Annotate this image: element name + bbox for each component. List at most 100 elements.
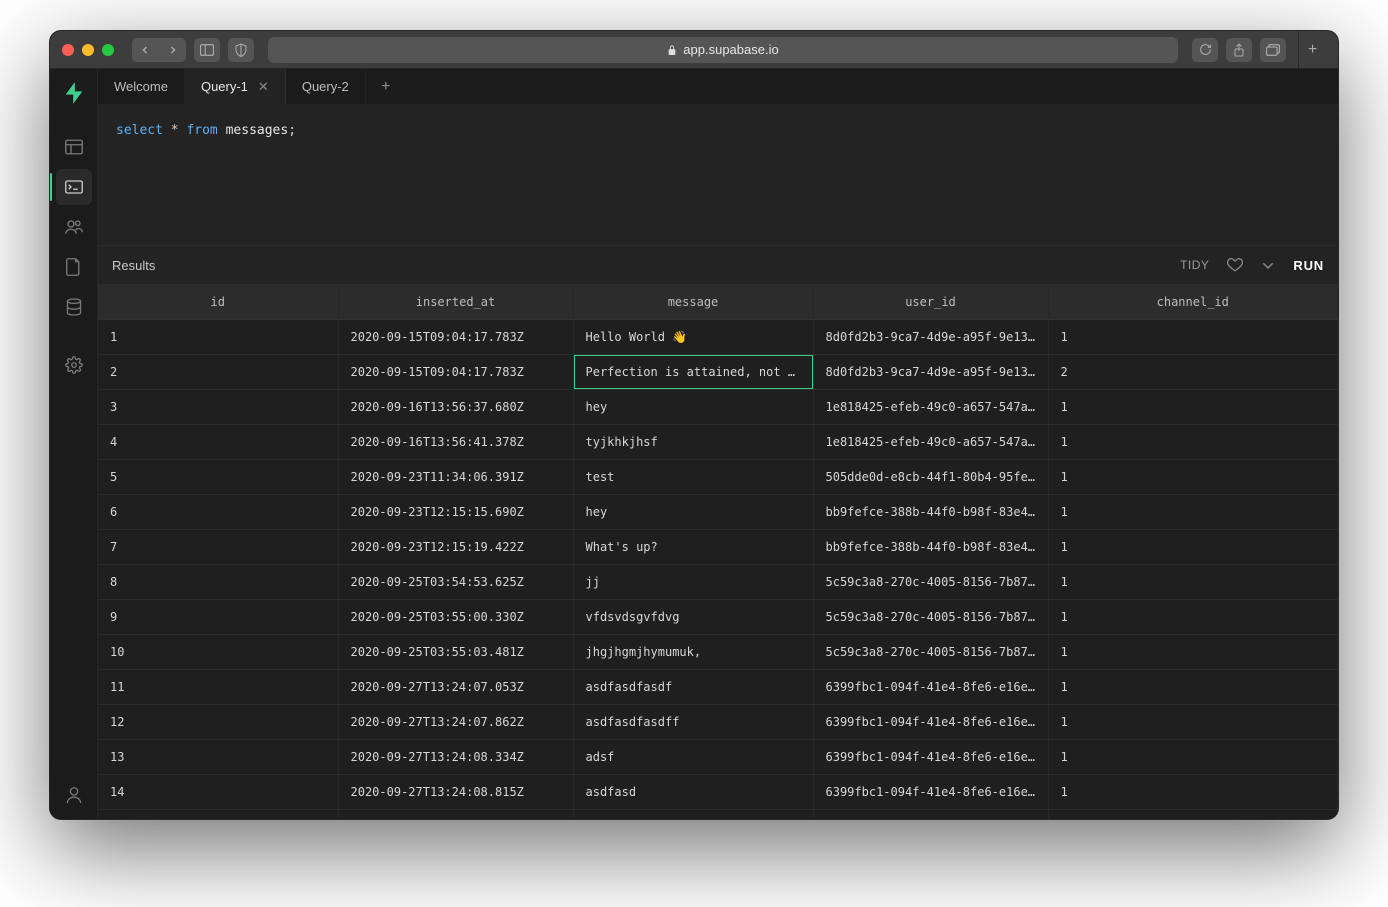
table-row[interactable]: 92020-09-25T03:55:00.330Zvfdsvdsgvfdvg5c… [98, 600, 1338, 635]
table-row[interactable]: 142020-09-27T13:24:08.815Zasdfasd6399fbc… [98, 775, 1338, 810]
table-row[interactable]: 52020-09-23T11:34:06.391Ztest505dde0d-e8… [98, 460, 1338, 495]
column-header[interactable]: channel_id [1048, 285, 1338, 320]
cell-id[interactable]: 13 [98, 740, 338, 775]
cell-user-id[interactable]: 5c59c3a8-270c-4005-8156-7b87de8c… [813, 565, 1048, 600]
cell-channel-id[interactable]: 1 [1048, 425, 1338, 460]
table-row[interactable]: 62020-09-23T12:15:15.690Zheybb9fefce-388… [98, 495, 1338, 530]
cell-channel-id[interactable]: 1 [1048, 670, 1338, 705]
column-header[interactable]: message [573, 285, 813, 320]
cell-inserted-at[interactable]: 2020-09-15T09:04:17.783Z [338, 355, 573, 390]
table-row[interactable]: 42020-09-16T13:56:41.378Ztyjkhkjhsf1e818… [98, 425, 1338, 460]
column-header[interactable]: inserted_at [338, 285, 573, 320]
cell-id[interactable]: 15 [98, 810, 338, 820]
cell-id[interactable]: 9 [98, 600, 338, 635]
table-row[interactable]: 72020-09-23T12:15:19.422ZWhat's up?bb9fe… [98, 530, 1338, 565]
cell-inserted-at[interactable]: 2020-09-16T13:56:41.378Z [338, 425, 573, 460]
cell-message[interactable]: asdfasdfasdff [573, 705, 813, 740]
cell-id[interactable]: 3 [98, 390, 338, 425]
tabs-button[interactable] [1260, 38, 1286, 62]
cell-id[interactable]: 5 [98, 460, 338, 495]
cell-user-id[interactable]: 505dde0d-e8cb-44f1-80b4-95fe1bea… [813, 460, 1048, 495]
cell-inserted-at[interactable]: 2020-09-23T12:15:15.690Z [338, 495, 573, 530]
cell-channel-id[interactable]: 1 [1048, 635, 1338, 670]
url-bar[interactable]: app.supabase.io [268, 37, 1178, 63]
cell-message[interactable]: asdfasd [573, 775, 813, 810]
cell-message[interactable]: Hello World 👋 [573, 320, 813, 355]
sidebar-item-sql-editor[interactable] [56, 169, 92, 205]
cell-user-id[interactable]: 8d0fd2b3-9ca7-4d9e-a95f-9e13dded… [813, 320, 1048, 355]
cell-message[interactable]: tyjkhkjhsf [573, 425, 813, 460]
reload-button[interactable] [1192, 38, 1218, 62]
cell-channel-id[interactable]: 2 [1048, 355, 1338, 390]
column-header[interactable]: id [98, 285, 338, 320]
cell-id[interactable]: 11 [98, 670, 338, 705]
cell-id[interactable]: 4 [98, 425, 338, 460]
cell-user-id[interactable]: 1e818425-efeb-49c0-a657-547a5672… [813, 425, 1048, 460]
cell-user-id[interactable]: 6399fbc1-094f-41e4-8fe6-e16e1087… [813, 670, 1048, 705]
cell-inserted-at[interactable]: 2020-09-16T13:56:37.680Z [338, 390, 573, 425]
cell-inserted-at[interactable]: 2020-09-23T11:34:06.391Z [338, 460, 573, 495]
favorite-icon[interactable] [1227, 258, 1243, 272]
cell-id[interactable]: 14 [98, 775, 338, 810]
new-query-tab-button[interactable]: + [366, 69, 406, 104]
sidebar-item-table-editor[interactable] [56, 129, 92, 165]
cell-inserted-at[interactable]: 2020-09-27T13:24:08.815Z [338, 775, 573, 810]
cell-user-id[interactable]: bb9fefce-388b-44f0-b98f-83e43f8a… [813, 530, 1048, 565]
cell-channel-id[interactable]: 1 [1048, 600, 1338, 635]
cell-message[interactable]: What's up? [573, 530, 813, 565]
cell-user-id[interactable]: 6399fbc1-094f-41e4-8fe6-e16e1087… [813, 775, 1048, 810]
table-row[interactable]: 82020-09-25T03:54:53.625Zjj5c59c3a8-270c… [98, 565, 1338, 600]
cell-message[interactable]: jhgjhgmjhymumuk, [573, 635, 813, 670]
cell-message[interactable]: jj [573, 565, 813, 600]
sql-editor[interactable]: select * from messages; [98, 105, 1338, 245]
cell-user-id[interactable]: 6399fbc1-094f-41e4-8fe6-e16e1087… [813, 705, 1048, 740]
cell-inserted-at[interactable]: 2020-09-27T13:24:08.824Z [338, 810, 573, 820]
new-tab-button[interactable]: + [1298, 31, 1326, 69]
cell-message[interactable]: Perfection is attained, not when… [573, 355, 813, 390]
cell-message[interactable]: vfdsvdsgvfdvg [573, 600, 813, 635]
table-row[interactable]: 122020-09-27T13:24:07.862Zasdfasdfasdff6… [98, 705, 1338, 740]
tidy-button[interactable]: TIDY [1180, 258, 1209, 272]
minimize-window-button[interactable] [82, 44, 94, 56]
share-button[interactable] [1226, 38, 1252, 62]
cell-channel-id[interactable]: 1 [1048, 705, 1338, 740]
cell-message[interactable]: fas [573, 810, 813, 820]
table-row[interactable]: 102020-09-25T03:55:03.481Zjhgjhgmjhymumu… [98, 635, 1338, 670]
cell-message[interactable]: hey [573, 495, 813, 530]
cell-channel-id[interactable]: 1 [1048, 565, 1338, 600]
column-header[interactable]: user_id [813, 285, 1048, 320]
cell-channel-id[interactable]: 1 [1048, 320, 1338, 355]
tab-welcome[interactable]: Welcome [98, 69, 185, 104]
forward-button[interactable] [160, 38, 186, 62]
cell-inserted-at[interactable]: 2020-09-23T12:15:19.422Z [338, 530, 573, 565]
cell-id[interactable]: 12 [98, 705, 338, 740]
cell-id[interactable]: 2 [98, 355, 338, 390]
sidebar-item-settings[interactable] [56, 347, 92, 383]
cell-inserted-at[interactable]: 2020-09-25T03:55:03.481Z [338, 635, 573, 670]
close-icon[interactable]: ✕ [258, 79, 269, 95]
sidebar-toggle-button[interactable] [194, 38, 220, 62]
cell-user-id[interactable]: 8d0fd2b3-9ca7-4d9e-a95f-9e13dded… [813, 355, 1048, 390]
cell-inserted-at[interactable]: 2020-09-27T13:24:07.053Z [338, 670, 573, 705]
cell-channel-id[interactable]: 1 [1048, 775, 1338, 810]
table-row[interactable]: 112020-09-27T13:24:07.053Zasdfasdfasdf63… [98, 670, 1338, 705]
cell-channel-id[interactable]: 1 [1048, 810, 1338, 820]
table-row[interactable]: 12020-09-15T09:04:17.783ZHello World 👋8d… [98, 320, 1338, 355]
cell-user-id[interactable]: 6399fbc1-094f-41e4-8fe6-e16e1087… [813, 810, 1048, 820]
cell-inserted-at[interactable]: 2020-09-15T09:04:17.783Z [338, 320, 573, 355]
results-grid-wrap[interactable]: id inserted_at message user_id channel_i… [98, 285, 1338, 819]
cell-inserted-at[interactable]: 2020-09-25T03:54:53.625Z [338, 565, 573, 600]
cell-id[interactable]: 10 [98, 635, 338, 670]
cell-user-id[interactable]: 5c59c3a8-270c-4005-8156-7b87de8c… [813, 635, 1048, 670]
tab-query-1[interactable]: Query-1 ✕ [185, 69, 286, 104]
cell-user-id[interactable]: bb9fefce-388b-44f0-b98f-83e43f8a… [813, 495, 1048, 530]
cell-id[interactable]: 1 [98, 320, 338, 355]
cell-message[interactable]: test [573, 460, 813, 495]
sidebar-item-database[interactable] [56, 289, 92, 325]
table-row[interactable]: 22020-09-15T09:04:17.783ZPerfection is a… [98, 355, 1338, 390]
table-row[interactable]: 152020-09-27T13:24:08.824Zfas6399fbc1-09… [98, 810, 1338, 820]
cell-inserted-at[interactable]: 2020-09-27T13:24:07.862Z [338, 705, 573, 740]
logo-icon[interactable] [56, 75, 92, 111]
sidebar-item-account[interactable] [56, 777, 92, 813]
cell-channel-id[interactable]: 1 [1048, 390, 1338, 425]
